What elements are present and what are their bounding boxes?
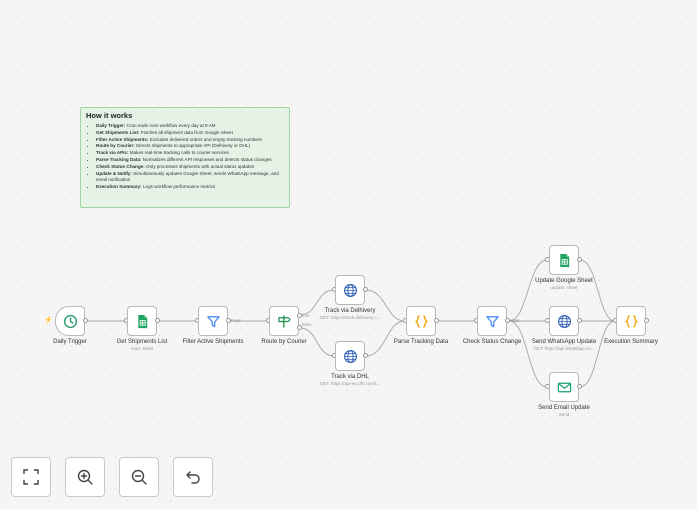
google-sheets-icon <box>137 314 147 328</box>
node-filter-active-shipments[interactable] <box>198 306 228 336</box>
clock-icon <box>63 314 77 328</box>
node-label: Update Google Sheet <box>535 278 593 284</box>
node-send-whatsapp-update[interactable] <box>549 306 579 336</box>
note-step: Parse Tracking Data: Normalizes differen… <box>96 157 284 164</box>
google-sheets-icon <box>559 253 569 267</box>
globe-icon <box>557 314 571 328</box>
node-daily-trigger[interactable] <box>55 306 85 336</box>
note-step: Track via APIs: Makes real-time tracking… <box>96 150 284 157</box>
note-step: Route by Courier: Directs shipments to a… <box>96 143 284 150</box>
edge-label-kept: Kept <box>231 318 241 323</box>
node-send-email-update[interactable] <box>549 372 579 402</box>
connections-layer <box>86 258 617 389</box>
note-step: Execution Summary: Logs workflow perform… <box>96 184 284 191</box>
note-title: How it works <box>86 111 133 120</box>
fit-view-button[interactable] <box>11 457 51 497</box>
globe-icon <box>343 349 357 363</box>
note-step: Daily Trigger: Cron node runs workflow e… <box>96 123 284 130</box>
how-it-works-note[interactable]: How it works Daily Trigger: Cron node ru… <box>80 107 290 208</box>
node-subtitle: GET: https://api-eu.dhl.com/t... <box>319 381 381 386</box>
undo-icon <box>186 471 200 484</box>
zoom-in-icon <box>77 469 93 485</box>
edge-check-to-email <box>508 320 548 388</box>
code-braces-icon <box>624 314 638 328</box>
zoom-out-button[interactable] <box>119 457 159 497</box>
node-subtitle: GET: https://api.whatsapp.co... <box>533 346 595 351</box>
output-port[interactable] <box>83 318 88 323</box>
output-port[interactable] <box>577 384 582 389</box>
output-port[interactable] <box>363 287 368 292</box>
output-port[interactable] <box>644 318 649 323</box>
node-check-status-change[interactable] <box>477 306 507 336</box>
output-port[interactable] <box>577 318 582 323</box>
note-steps-list: Daily Trigger: Cron node runs workflow e… <box>86 123 284 191</box>
email-icon <box>557 382 571 392</box>
output-port[interactable] <box>577 257 582 262</box>
node-track-via-delhivery[interactable] <box>335 275 365 305</box>
output-port[interactable] <box>434 318 439 323</box>
node-update-google-sheet[interactable] <box>549 245 579 275</box>
node-subtitle: GET: https://track.delhivery.c... <box>319 315 381 320</box>
node-label: Route by Courier <box>261 339 307 345</box>
node-label: Execution Summary <box>604 339 658 345</box>
filter-icon <box>485 315 499 327</box>
trigger-bolt-icon: ⚡ <box>44 317 53 324</box>
node-subtitle: Send <box>558 412 570 417</box>
filter-icon <box>206 315 220 327</box>
note-step: Check Status Change: Only processes ship… <box>96 164 284 171</box>
undo-button[interactable] <box>173 457 213 497</box>
node-label: Track via DHL <box>331 374 369 380</box>
output-port[interactable] <box>363 353 368 358</box>
node-subtitle: update: sheet <box>550 285 578 290</box>
workflow-canvas[interactable]: How it works Daily Trigger: Cron node ru… <box>0 0 697 509</box>
zoom-out-icon <box>131 469 147 485</box>
globe-icon <box>343 283 357 297</box>
note-step: Get Shipments List: Fetches all shipment… <box>96 130 284 137</box>
zoom-in-button[interactable] <box>65 457 105 497</box>
code-braces-icon <box>414 314 428 328</box>
note-step: Filter Active Shipments: Excludes delive… <box>96 137 284 144</box>
output-port[interactable] <box>155 318 160 323</box>
node-parse-tracking-data[interactable] <box>406 306 436 336</box>
node-get-shipments-list[interactable] <box>127 306 157 336</box>
node-label: Send Email Update <box>538 405 590 411</box>
node-execution-summary[interactable] <box>616 306 646 336</box>
edge-label-false: false <box>302 322 312 327</box>
note-step: Update & Notify: Simultaneously updates … <box>96 171 284 185</box>
fit-view-icon <box>23 469 39 485</box>
edge-label-kept: Kept <box>510 318 520 323</box>
node-subtitle: read: sheet <box>130 346 154 351</box>
edge-email-to-summary <box>579 320 616 388</box>
node-label: Track via Delhivery <box>324 308 376 314</box>
